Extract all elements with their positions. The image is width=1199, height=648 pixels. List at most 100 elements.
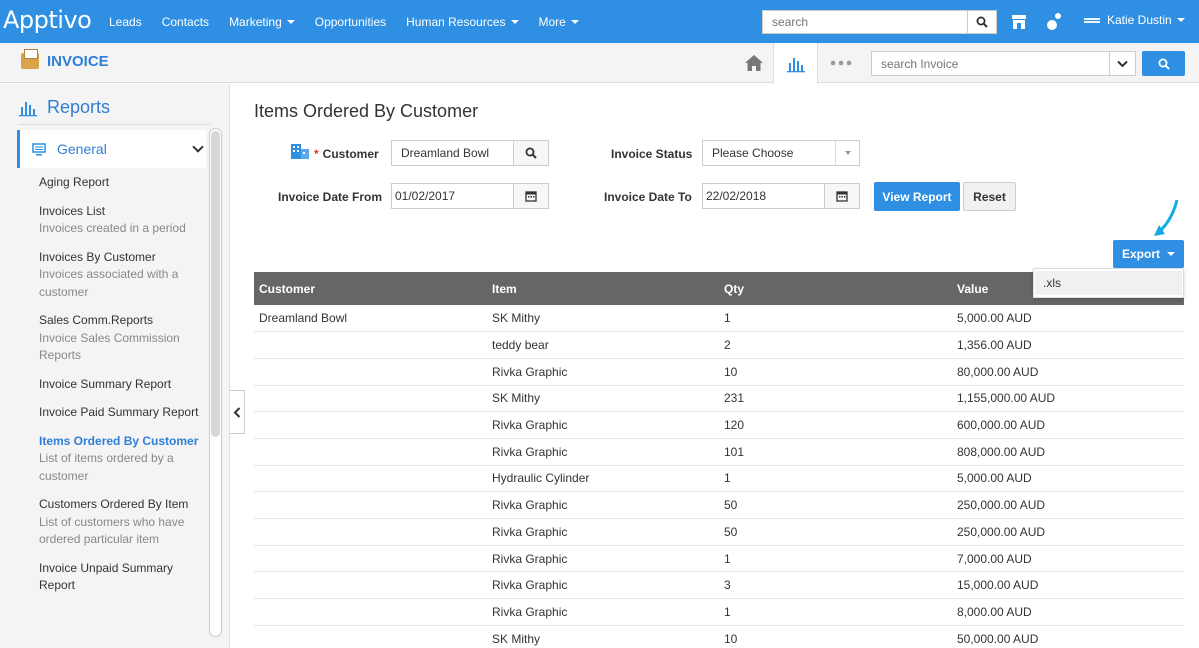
cell-value: 15,000.00 AUD: [952, 571, 1184, 600]
search-scope-dropdown[interactable]: [1110, 51, 1136, 76]
monitor-icon: [32, 142, 46, 155]
reports-button[interactable]: [773, 43, 818, 84]
nav-contacts[interactable]: Contacts: [162, 15, 209, 29]
table-row: Dreamland Bowl SK Mithy 1 5,000.00 AUD: [254, 305, 1184, 333]
cell-item: Rivka Graphic: [487, 358, 719, 386]
cell-qty: 1: [719, 465, 952, 493]
nav-more[interactable]: More: [539, 15, 579, 29]
table-row: Rivka Graphic 1 8,000.00 AUD: [254, 598, 1184, 626]
report-item-invoice-unpaid-summary[interactable]: Invoice Unpaid Summary Report: [39, 560, 204, 595]
caret-down-icon: [570, 19, 579, 24]
invoice-search-button[interactable]: [1142, 51, 1185, 76]
report-item-title: Invoices List: [39, 203, 106, 218]
table-row: Rivka Graphic 1 7,000.00 AUD: [254, 545, 1184, 573]
cell-qty: 10: [719, 625, 952, 648]
global-search-input[interactable]: [762, 10, 968, 34]
cell-qty: 1: [719, 598, 952, 626]
customer-lookup-button[interactable]: [513, 140, 549, 166]
user-flag-icon: [1084, 17, 1100, 23]
column-header-item[interactable]: Item: [487, 272, 719, 305]
nav-label: Leads: [109, 14, 142, 29]
cell-qty: 1: [719, 305, 952, 333]
cell-customer: [254, 385, 487, 413]
report-item-sales-comm[interactable]: Sales Comm.Reports Invoice Sales Commissi…: [39, 312, 204, 365]
apptivo-logo[interactable]: Apptivo: [3, 6, 92, 34]
global-search-button[interactable]: [968, 10, 997, 34]
date-to-calendar-button[interactable]: [824, 183, 860, 209]
cell-qty: 101: [719, 438, 952, 466]
app-title[interactable]: INVOICE: [47, 53, 109, 70]
report-item-items-ordered-by-customer[interactable]: Items Ordered By Customer List of items o…: [39, 433, 204, 486]
table-row: Rivka Graphic 10 80,000.00 AUD: [254, 358, 1184, 386]
cell-item: Rivka Graphic: [487, 518, 719, 546]
cell-value: 5,000.00 AUD: [952, 465, 1184, 493]
cell-customer: [254, 545, 487, 573]
column-header-qty[interactable]: Qty: [719, 272, 952, 305]
nav-leads[interactable]: Leads: [109, 15, 142, 29]
chevron-down-icon: [1117, 60, 1128, 67]
report-item-invoices-list[interactable]: Invoices List Invoices created in a perio…: [39, 203, 204, 238]
table-row: Rivka Graphic 50 250,000.00 AUD: [254, 518, 1184, 546]
caret-down-icon: [1176, 18, 1185, 22]
report-item-invoice-paid-summary[interactable]: Invoice Paid Summary Report: [39, 404, 204, 422]
general-section-toggle[interactable]: General: [17, 130, 206, 168]
cell-value: 250,000.00 AUD: [952, 491, 1184, 519]
cell-value: 250,000.00 AUD: [952, 518, 1184, 546]
report-item-invoices-by-customer[interactable]: Invoices By Customer Invoices associated …: [39, 249, 204, 302]
cell-item: Rivka Graphic: [487, 598, 719, 626]
cell-customer: [254, 491, 487, 519]
report-item-customers-ordered-by-item[interactable]: Customers Ordered By Item List of custome…: [39, 496, 204, 549]
top-navbar: Apptivo Leads Contacts Marketing Opportu…: [0, 0, 1199, 43]
chevron-down-icon: [192, 141, 204, 153]
select-arrow: [835, 141, 859, 165]
cell-qty: 120: [719, 411, 952, 439]
report-item-aging[interactable]: Aging Report: [39, 174, 204, 192]
cell-item: SK Mithy: [487, 305, 719, 333]
home-button[interactable]: [736, 43, 772, 83]
home-icon: [745, 55, 763, 71]
store-icon[interactable]: [1009, 12, 1029, 32]
scrollbar-thumb[interactable]: [211, 131, 220, 437]
nav-human-resources[interactable]: Human Resources: [406, 15, 519, 29]
collapse-sidebar-button[interactable]: [230, 390, 245, 434]
required-marker: *: [314, 147, 319, 161]
user-menu[interactable]: Katie Dustin: [1084, 13, 1185, 27]
sidebar-scrollbar[interactable]: [209, 128, 222, 637]
invoice-search-input[interactable]: [871, 51, 1110, 76]
cell-qty: 10: [719, 358, 952, 386]
cell-customer: [254, 411, 487, 439]
caret-down-icon: [286, 19, 295, 24]
cell-customer: [254, 625, 487, 648]
nav-label: Opportunities: [314, 14, 387, 29]
search-icon: [1158, 58, 1170, 70]
date-from-calendar-button[interactable]: [513, 183, 549, 209]
export-dropdown-menu: .xls: [1033, 268, 1184, 298]
nav-opportunities[interactable]: Opportunities: [315, 15, 386, 29]
invoice-status-select[interactable]: Please Choose: [702, 140, 860, 166]
cell-value: 5,000.00 AUD: [952, 305, 1184, 333]
invoice-date-to-input[interactable]: 22/02/2018: [702, 183, 825, 209]
export-button[interactable]: Export: [1113, 240, 1184, 268]
reset-button[interactable]: Reset: [963, 182, 1016, 211]
cell-value: 7,000.00 AUD: [952, 545, 1184, 573]
invoice-date-from-input[interactable]: 01/02/2017: [391, 183, 514, 209]
export-option-xls[interactable]: .xls: [1035, 271, 1182, 295]
cell-item: Rivka Graphic: [487, 411, 719, 439]
cell-item: Rivka Graphic: [487, 571, 719, 600]
more-options-button[interactable]: [820, 43, 862, 83]
connect-icon[interactable]: [1045, 12, 1065, 32]
cell-qty: 50: [719, 518, 952, 546]
table-row: teddy bear 2 1,356.00 AUD: [254, 331, 1184, 359]
nav-marketing[interactable]: Marketing: [229, 15, 295, 29]
search-icon: [525, 147, 537, 159]
report-item-invoice-summary[interactable]: Invoice Summary Report: [39, 376, 204, 394]
bar-chart-icon: [19, 101, 37, 116]
customer-field[interactable]: Dreamland Bowl: [391, 140, 514, 166]
view-report-button[interactable]: View Report: [874, 182, 960, 211]
invoice-date-to-label: Invoice Date To: [604, 190, 692, 204]
report-item-title: Invoice Paid Summary Report: [39, 405, 199, 419]
report-item-desc: Invoices associated with a customer: [39, 267, 179, 299]
cell-customer: [254, 465, 487, 493]
cell-value: 8,000.00 AUD: [952, 598, 1184, 626]
column-header-customer[interactable]: Customer: [254, 272, 487, 305]
